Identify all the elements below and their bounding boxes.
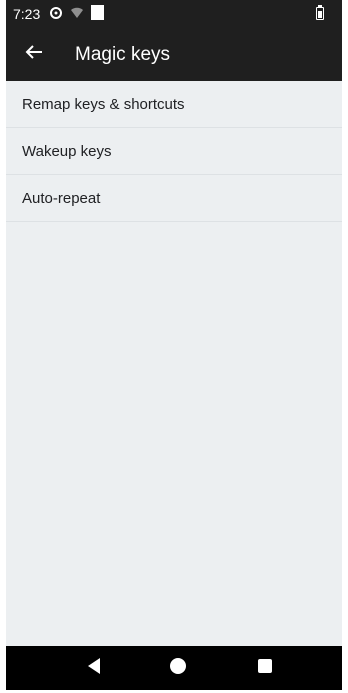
back-triangle-icon bbox=[86, 657, 102, 680]
list-item-remap-keys[interactable]: Remap keys & shortcuts bbox=[6, 81, 342, 128]
phone-screen: 7:23 Magic keys Remap keys & shortcuts W… bbox=[6, 0, 348, 693]
status-time: 7:23 bbox=[13, 6, 41, 22]
nav-back-button[interactable] bbox=[82, 656, 106, 680]
nav-recents-button[interactable] bbox=[253, 656, 277, 680]
notification-icon bbox=[91, 5, 104, 25]
list-item-wakeup-keys[interactable]: Wakeup keys bbox=[6, 128, 342, 175]
page-title: Magic keys bbox=[75, 44, 171, 65]
back-button[interactable] bbox=[20, 40, 48, 68]
battery-icon bbox=[316, 5, 324, 20]
recents-square-icon bbox=[257, 658, 273, 679]
wifi-icon bbox=[70, 6, 84, 24]
app-toolbar: Magic keys bbox=[6, 28, 342, 81]
arrow-back-icon bbox=[25, 44, 43, 65]
status-bar: 7:23 bbox=[6, 0, 342, 28]
system-nav-bar bbox=[6, 646, 342, 690]
status-icons bbox=[49, 5, 104, 25]
home-circle-icon bbox=[169, 657, 187, 680]
nav-home-button[interactable] bbox=[166, 656, 190, 680]
list-item-auto-repeat[interactable]: Auto-repeat bbox=[6, 175, 342, 222]
settings-list: Remap keys & shortcuts Wakeup keys Auto-… bbox=[6, 81, 342, 646]
sync-icon bbox=[49, 6, 63, 25]
